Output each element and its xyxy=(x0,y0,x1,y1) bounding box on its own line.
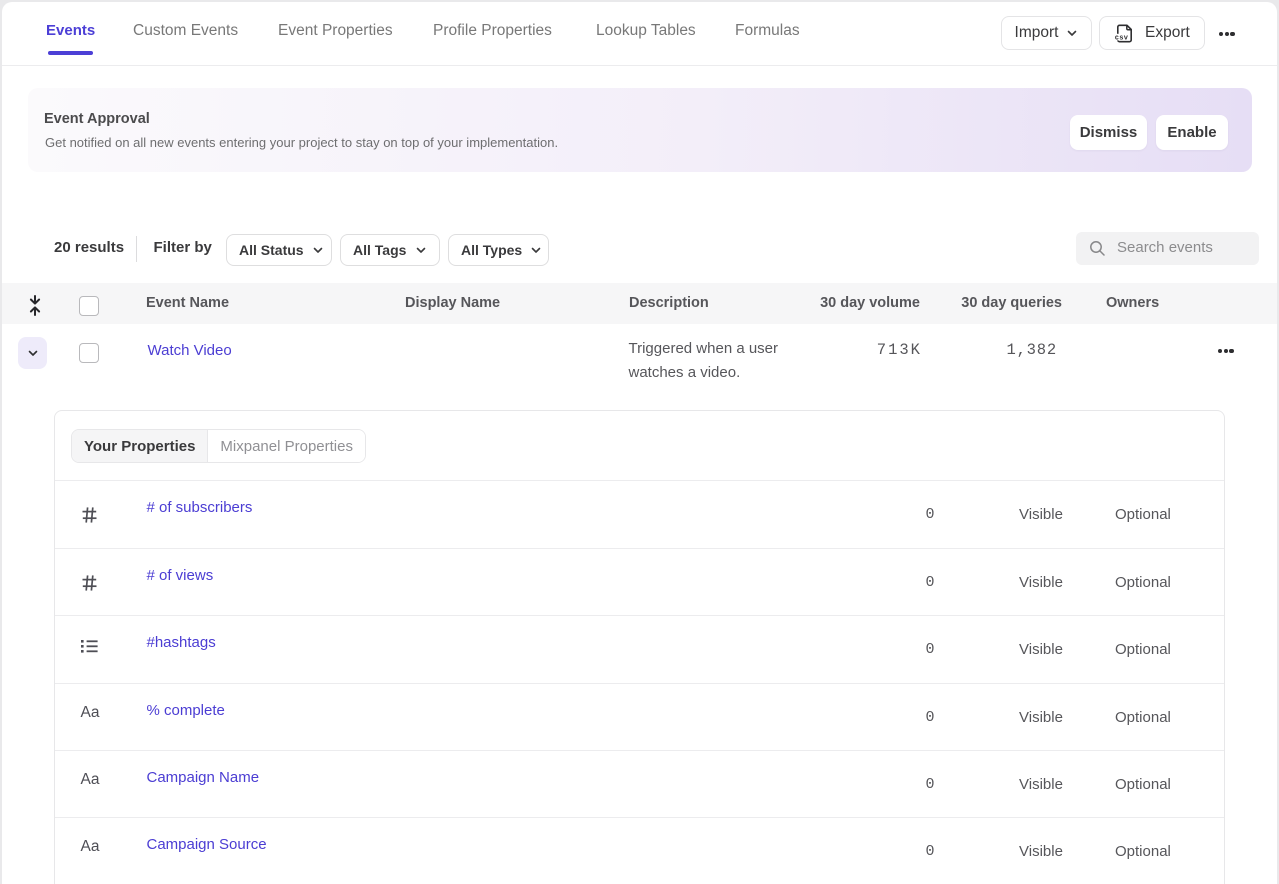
svg-text:csv: csv xyxy=(1115,34,1129,42)
